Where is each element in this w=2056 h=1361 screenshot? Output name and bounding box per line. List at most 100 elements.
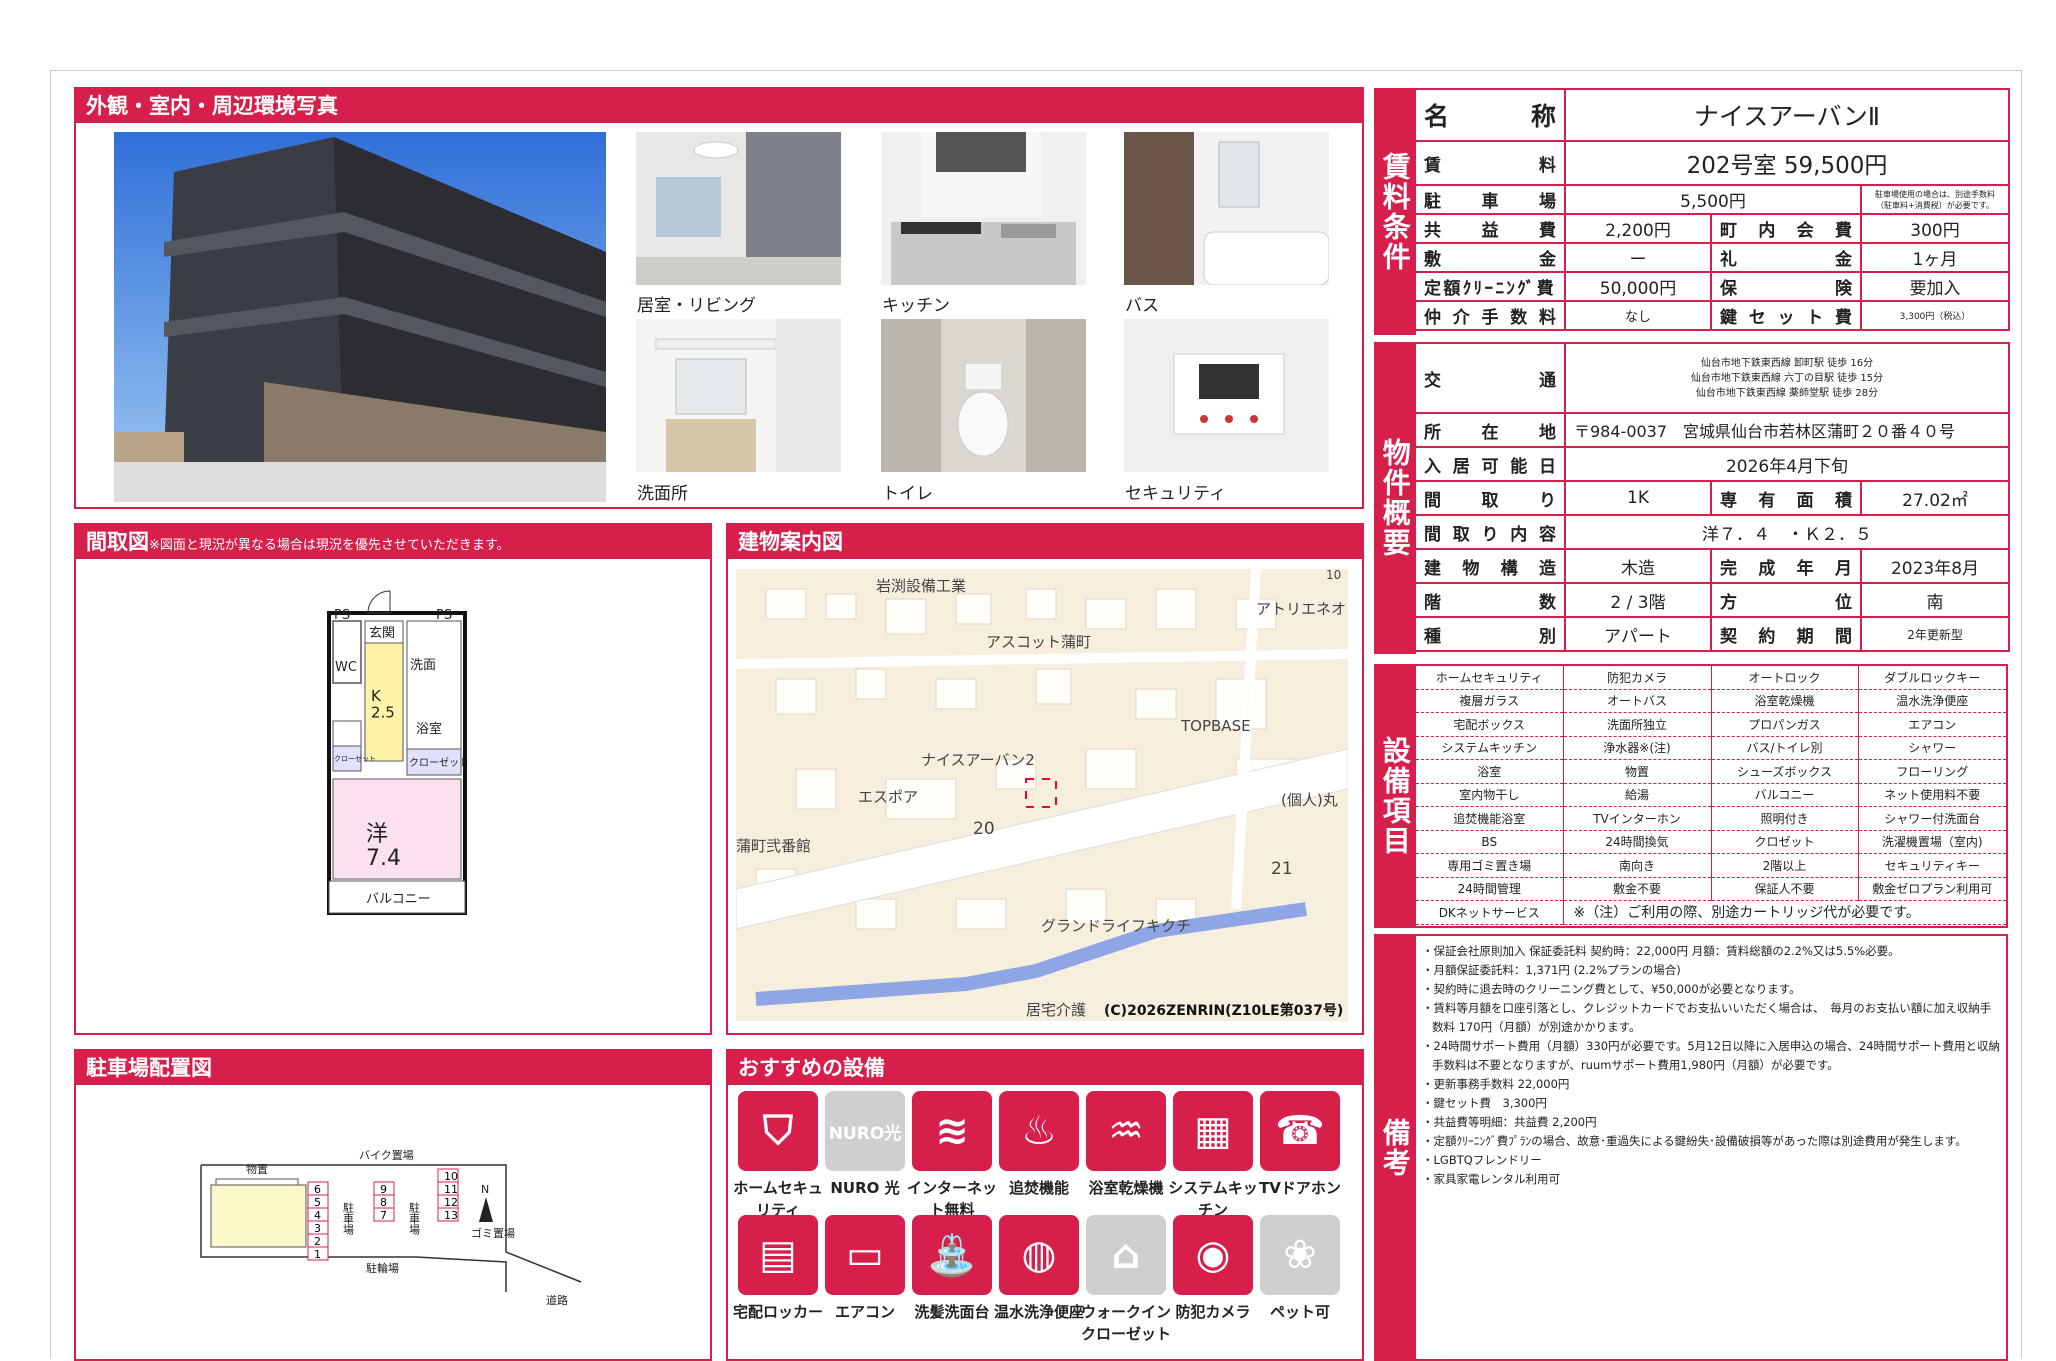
- property-name: ナイスアーバンⅡ: [1563, 88, 2011, 142]
- bath-label: バス: [1125, 296, 1159, 316]
- wifi-icon: ≋: [912, 1091, 992, 1171]
- map-copyright: (C)2026ZENRIN(Z10LE第037号): [1104, 1002, 1343, 1019]
- feature-label: 追焚機能: [1008, 1179, 1069, 1197]
- paw-icon: ❀: [1260, 1215, 1340, 1295]
- floor-plan-drawing[interactable]: PS PS 玄関 WC 洗面 K 2.5 浴室 クローゼット クローゼット 洋 7.…: [76, 561, 710, 1035]
- direction-label: 方位: [1710, 582, 1862, 618]
- parking-title: 駐車場配置図: [76, 1051, 710, 1085]
- floor-plan-bath: 浴室: [416, 721, 442, 737]
- map-place-8: グランドライフキクチ: [1041, 917, 1191, 935]
- parking-space-number: 2: [314, 1235, 321, 1248]
- parking-space-number: 5: [314, 1196, 321, 1209]
- parking-space-number: 4: [314, 1209, 321, 1222]
- layout-label: 間取り: [1414, 480, 1566, 516]
- floor-plan-title: 間取図※図面と現況が異なる場合は現況を優先させていただきます。: [76, 525, 710, 559]
- equipment-item: バルコニー: [1711, 783, 1859, 807]
- floor-plan-wash: 洗面: [410, 658, 436, 673]
- bath-photo[interactable]: [1124, 132, 1329, 285]
- transport-label: 交通: [1414, 342, 1566, 414]
- parking-fee-value: 5,500円: [1564, 184, 1862, 215]
- movein-label: 入居可能日: [1414, 446, 1566, 482]
- equipment-item: エアコン: [1858, 712, 2006, 737]
- photos-panel-title: 外観・室内・周辺環境写真: [76, 89, 1362, 123]
- equipment-item: 照明付き: [1711, 806, 1859, 831]
- floors-value: 2 / 3階: [1564, 582, 1712, 618]
- kitchen-photo[interactable]: [881, 132, 1086, 285]
- equipment-item: プロパンガス: [1711, 712, 1859, 737]
- rent-table: 名称 ナイスアーバンⅡ 賃料 202号室 59,500円 駐車場 5,500円 駐車場使…: [1414, 88, 2011, 331]
- equipment-item: 洗濯機置場（室内): [1858, 830, 2006, 854]
- bathtub-icon: ♨: [999, 1091, 1079, 1171]
- remark-item: ・家具家電レンタル利用可: [1422, 1172, 1560, 1186]
- layout-value: 1K: [1564, 480, 1712, 516]
- transport-line-2: 仙台市地下鉄東西線 六丁の目駅 徒歩 15分: [1690, 372, 1884, 384]
- parking-bike-label: バイク置場: [359, 1149, 414, 1162]
- equipment-item: 温水洗浄便座: [1858, 689, 2006, 713]
- map-number-20: 20: [973, 819, 995, 839]
- feature-label: 宅配ロッカー: [732, 1303, 823, 1321]
- map-image[interactable]: 岩渕設備工業 アトリエネオ アスコット蒲町 TOPBASE ナイスアーバン2 エ…: [736, 569, 1348, 1021]
- layout-detail-label: 間取り内容: [1414, 514, 1566, 550]
- feature-label: TVドアホン: [1259, 1179, 1341, 1197]
- parking-space-number: 6: [314, 1183, 321, 1196]
- remark-item: ・更新事務手数料 22,000円: [1422, 1077, 1570, 1091]
- equipment-item: 給湯: [1563, 783, 1712, 807]
- key-money-value: 1ヶ月: [1859, 242, 2011, 273]
- structure-value: 木造: [1564, 548, 1712, 584]
- rent-value: 202号室 59,500円: [1563, 140, 2011, 186]
- layout-detail-value: 洋７．４ ・Ｋ２．５: [1563, 514, 2011, 550]
- remark-item: ・共益費等明細：共益費 2,200円: [1422, 1115, 1597, 1129]
- remark-item: ・LGBTQフレンドリー: [1422, 1153, 1542, 1167]
- locker-icon: ▤: [738, 1215, 818, 1295]
- equipment-item: セキュリティキー: [1858, 853, 2006, 878]
- equipment-item: 複層ガラス: [1416, 689, 1564, 713]
- kitchen-icon: ▦: [1173, 1091, 1253, 1171]
- town-fee-value: 300円: [1859, 213, 2011, 244]
- exterior-photo[interactable]: [114, 132, 606, 502]
- nuro-icon: NURO光: [825, 1091, 905, 1171]
- living-room-photo[interactable]: [636, 132, 841, 285]
- bath-dryer-icon: ♒: [1086, 1091, 1166, 1171]
- parking-layout-drawing[interactable]: 物置 バイク置場 駐車場 駐車場 ゴミ置場 駐輪場 道路 N 654321 98…: [76, 1087, 710, 1357]
- equipment-side-label: 設備項目: [1374, 664, 1416, 928]
- parking-north-label: N: [481, 1183, 489, 1196]
- contract-value: 2年更新型: [1859, 616, 2011, 652]
- brokerage-value: なし: [1564, 300, 1712, 331]
- key-set-label: 鍵セット費: [1710, 300, 1862, 331]
- remark-item: ・月額保証委託料：1,371円 (2.2%プランの場合): [1422, 963, 1681, 977]
- security-label: セキュリティ: [1125, 484, 1226, 504]
- map-title: 建物案内図: [728, 525, 1362, 559]
- floor-plan-note: ※図面と現況が異なる場合は現況を優先させていただきます。: [149, 538, 510, 553]
- equipment-item: ホームセキュリティ: [1416, 666, 1564, 690]
- security-photo[interactable]: [1124, 319, 1329, 472]
- equipment-item: 24時間換気: [1563, 830, 1712, 854]
- map-panel: 建物案内図 岩渕設備工業 アトリエネオ アスコット蒲町 TOPBASE ナイスア…: [726, 523, 1364, 1035]
- intercom-icon: ☎: [1260, 1091, 1340, 1171]
- feature-label: 防犯カメラ: [1175, 1303, 1251, 1321]
- floor-plan-ps2: PS: [436, 608, 452, 623]
- insurance-label: 保険: [1710, 271, 1862, 302]
- deposit-value: ー: [1564, 242, 1712, 273]
- equipment-item: 2階以上: [1711, 853, 1859, 878]
- parking-space-number: 10: [444, 1170, 458, 1183]
- equipment-item: 室内物干し: [1416, 783, 1564, 807]
- area-value: 27.02㎡: [1859, 480, 2011, 516]
- parking-space-number: 8: [380, 1196, 387, 1209]
- equipment-item: DKネットサービス: [1416, 900, 1564, 925]
- washroom-photo[interactable]: [636, 319, 841, 472]
- remark-item: ・保証会社原則加入 保証委託料 契約時：22,000円 月額：賃料総額の2.2%…: [1422, 944, 1900, 958]
- toilet-photo[interactable]: [881, 319, 1086, 472]
- area-label: 専有面積: [1710, 480, 1862, 516]
- floor-plan-entrance: 玄関: [369, 626, 395, 641]
- built-label: 完成年月: [1710, 548, 1862, 584]
- map-number-21: 21: [1271, 859, 1293, 879]
- photos-panel: 外観・室内・周辺環境写真 居室・リビング キッチン バス 洗面所 トイレ セキュ…: [74, 87, 1364, 509]
- equipment-item: 物置: [1563, 759, 1712, 784]
- transport-value: 仙台市地下鉄東西線 卸町駅 徒歩 16分 仙台市地下鉄東西線 六丁の目駅 徒歩 …: [1563, 342, 2011, 414]
- map-place-1: アトリエネオ: [1256, 600, 1346, 618]
- map-place-7: 蒲町弐番館: [736, 837, 811, 855]
- equipment-box: ホームセキュリティ 防犯カメラ オートロック ダブルロックキー 複層ガラス オートバス 浴室…: [1414, 664, 2008, 928]
- toilet-label: トイレ: [882, 484, 933, 504]
- address-value: 〒984-0037 宮城県仙台市若林区蒲町２０番４０号: [1563, 412, 2011, 448]
- equipment-item: 南向き: [1563, 853, 1712, 878]
